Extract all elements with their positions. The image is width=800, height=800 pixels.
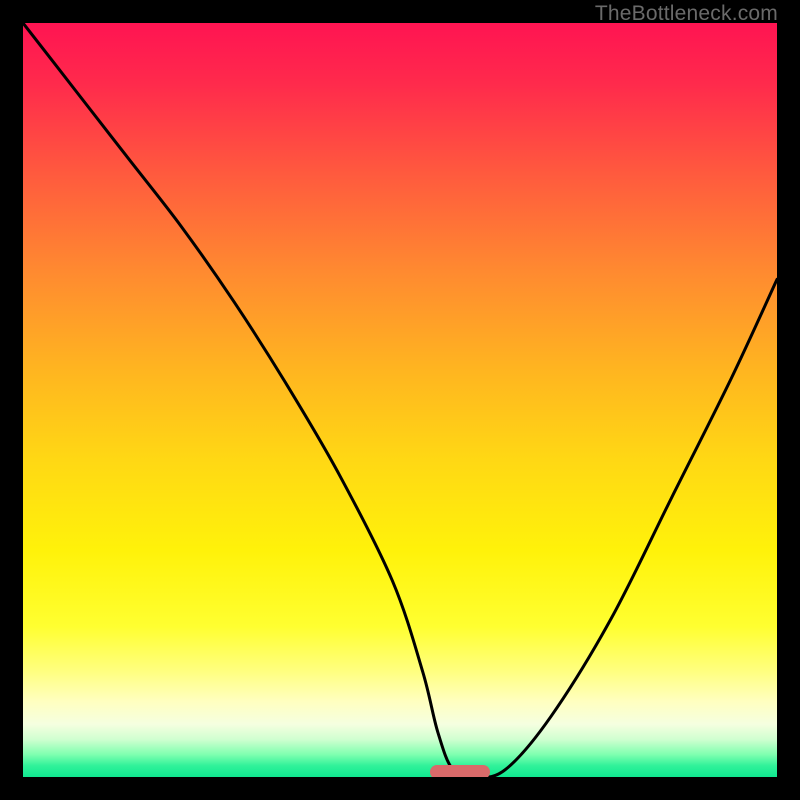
plot-area [23,23,777,777]
chart-frame: TheBottleneck.com [0,0,800,800]
optimal-range-marker [430,765,490,777]
bottleneck-curve [23,23,777,777]
watermark-text: TheBottleneck.com [595,2,778,26]
